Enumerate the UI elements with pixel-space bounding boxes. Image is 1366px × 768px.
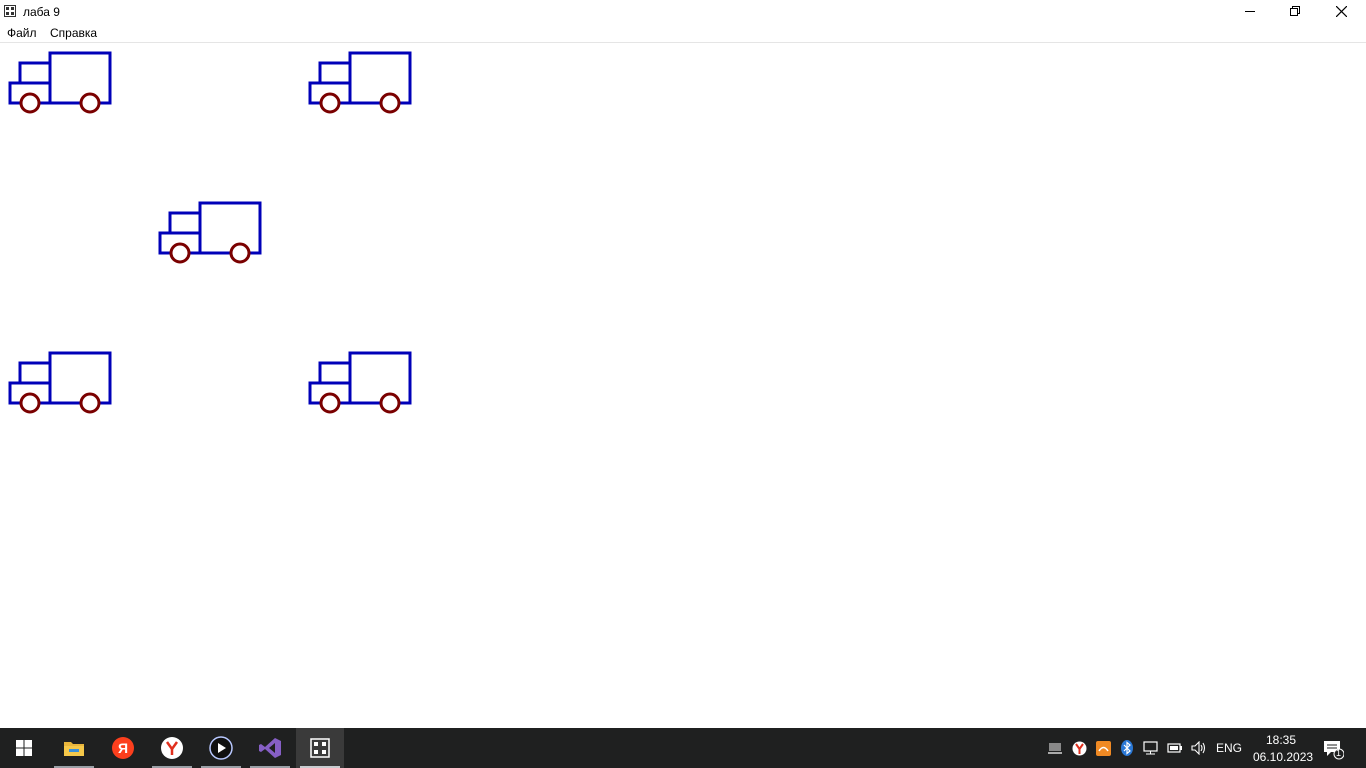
- window-title: лаба 9: [23, 5, 60, 19]
- start-button[interactable]: [0, 728, 48, 768]
- visual-studio-icon: [259, 738, 281, 758]
- taskbar-lab-app[interactable]: [296, 728, 344, 768]
- truck-wheel: [19, 392, 41, 414]
- tray-bluetooth[interactable]: [1119, 740, 1135, 756]
- truck-cabin: [168, 211, 202, 235]
- tray-volume[interactable]: [1191, 740, 1207, 756]
- orange-app-icon: [1095, 740, 1111, 756]
- taskbar-visual-studio[interactable]: [246, 728, 294, 768]
- taskbar-yandex[interactable]: Я: [99, 728, 147, 768]
- volume-icon: [1191, 741, 1206, 755]
- storage-icon: [1048, 743, 1062, 754]
- menu-file[interactable]: Файл: [7, 26, 37, 40]
- truck: [8, 351, 112, 414]
- language-indicator[interactable]: ENG: [1216, 741, 1242, 755]
- tray-yandex-icon[interactable]: [1071, 740, 1087, 756]
- truck-cargo: [48, 351, 112, 405]
- close-icon: [1335, 5, 1347, 17]
- truck-wheel: [319, 92, 341, 114]
- truck-wheel: [19, 92, 41, 114]
- taskbar-file-explorer[interactable]: [50, 728, 98, 768]
- clock-date[interactable]: 06.10.2023: [1253, 750, 1313, 764]
- menu-help[interactable]: Справка: [50, 26, 97, 40]
- truck-cabin: [318, 361, 352, 385]
- truck-wheel: [229, 242, 251, 264]
- svg-text:Я: Я: [118, 740, 128, 756]
- truck-cargo: [348, 351, 412, 405]
- tray-storage-icon[interactable]: [1047, 740, 1063, 756]
- truck-cargo: [348, 51, 412, 105]
- clock-time[interactable]: 18:35: [1266, 733, 1296, 747]
- file-explorer-icon: [64, 742, 84, 756]
- tray-network[interactable]: [1143, 740, 1159, 756]
- taskbar: Я ENG 18:35 06.10.2023 1: [0, 728, 1366, 768]
- truck-wheel: [79, 392, 101, 414]
- app-icon[interactable]: [4, 5, 16, 17]
- tray-app-icon[interactable]: [1095, 740, 1111, 756]
- yandex-browser-icon: [161, 737, 183, 759]
- yandex-icon: Я: [112, 737, 134, 759]
- network-icon: [1143, 741, 1158, 755]
- truck-cargo: [198, 201, 262, 255]
- truck-wheel: [379, 92, 401, 114]
- truck-cabin: [18, 361, 52, 385]
- taskbar-yandex-browser[interactable]: [148, 728, 196, 768]
- menu-bar: Файл Справка: [0, 23, 1366, 43]
- truck-wheel: [79, 92, 101, 114]
- truck-cabin: [18, 61, 52, 85]
- truck-cargo: [48, 51, 112, 105]
- truck: [158, 201, 262, 264]
- truck-drawing: [8, 51, 412, 414]
- drawing-canvas: [0, 43, 1366, 728]
- tray-battery[interactable]: [1167, 740, 1183, 756]
- truck-cabin: [318, 61, 352, 85]
- yandex-tray-icon: [1072, 741, 1086, 755]
- truck: [308, 351, 412, 414]
- notification-count: 1: [1336, 748, 1342, 758]
- truck-wheel: [379, 392, 401, 414]
- close-button[interactable]: [1318, 0, 1364, 22]
- media-player-icon: [209, 736, 233, 760]
- truck: [8, 51, 112, 114]
- windows-start-icon: [16, 740, 32, 756]
- title-bar: лаба 9: [0, 0, 1366, 23]
- truck: [308, 51, 412, 114]
- minimize-icon: [1245, 11, 1255, 12]
- bluetooth-icon: [1121, 740, 1133, 756]
- restore-button[interactable]: [1272, 0, 1318, 22]
- restore-icon: [1290, 6, 1300, 16]
- battery-icon: [1167, 743, 1182, 753]
- lab-app-icon: [310, 738, 330, 758]
- truck-wheel: [319, 392, 341, 414]
- notification-center-button[interactable]: 1: [1322, 738, 1345, 760]
- taskbar-media-player[interactable]: [197, 728, 245, 768]
- minimize-button[interactable]: [1227, 0, 1273, 22]
- truck-wheel: [169, 242, 191, 264]
